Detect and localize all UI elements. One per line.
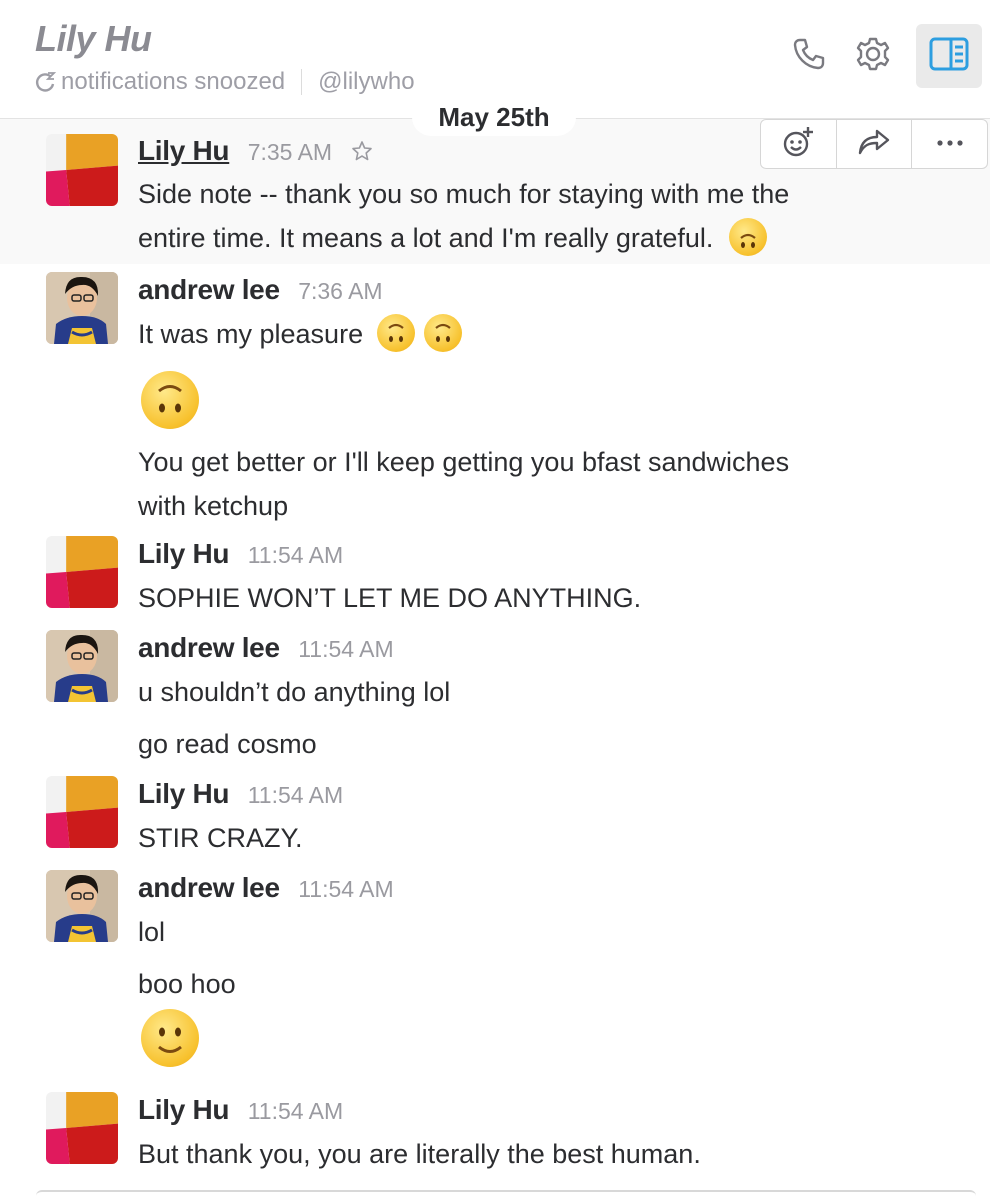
- message-text: SOPHIE WON’T LET ME DO ANYTHING.: [138, 583, 642, 613]
- avatar[interactable]: [46, 1092, 118, 1164]
- message-text: Side note -- thank you so much for stayi…: [138, 179, 790, 209]
- message-author[interactable]: Lily Hu: [138, 778, 230, 809]
- message-author[interactable]: Lily Hu: [138, 135, 230, 166]
- notification-status[interactable]: notifications snoozed: [61, 68, 285, 96]
- subtitle-divider: [301, 69, 303, 95]
- message-item[interactable]: andrew lee 11:54 AM u shouldn’t do anyth…: [0, 622, 990, 768]
- avatar[interactable]: [46, 134, 118, 206]
- avatar[interactable]: [46, 776, 118, 848]
- call-button[interactable]: [776, 24, 842, 88]
- avatar[interactable]: [46, 272, 118, 344]
- message-timestamp[interactable]: 7:36 AM: [298, 278, 382, 304]
- share-message-button[interactable]: [837, 120, 913, 168]
- message-timestamp[interactable]: 11:54 AM: [298, 636, 393, 662]
- more-icon: [935, 135, 965, 153]
- message-author[interactable]: Lily Hu: [138, 1094, 230, 1125]
- message-item[interactable]: Lily Hu 11:54 AM But thank you, you are …: [0, 1084, 990, 1178]
- channel-subtitle: notifications snoozed @lilywho: [35, 68, 415, 96]
- message-author[interactable]: andrew lee: [138, 872, 280, 903]
- message-timestamp[interactable]: 11:54 AM: [248, 542, 343, 568]
- upside-down-face-icon: [376, 314, 415, 352]
- avatar[interactable]: [46, 536, 118, 608]
- message-input-edge: [36, 1190, 976, 1204]
- message-text: lol: [138, 917, 166, 947]
- message-timestamp[interactable]: 11:54 AM: [248, 1098, 343, 1124]
- upside-down-face-icon: [424, 314, 463, 352]
- upside-down-face-icon: [728, 218, 767, 256]
- message-item[interactable]: andrew lee 11:54 AM lol boo hoo: [0, 862, 990, 1084]
- channel-title[interactable]: Lily Hu: [35, 18, 152, 60]
- date-divider-label[interactable]: May 25th: [412, 98, 576, 136]
- user-handle: @lilywho: [318, 68, 415, 95]
- message-item[interactable]: Lily Hu 11:54 AM STIR CRAZY.: [0, 768, 990, 862]
- message-timestamp[interactable]: 11:54 AM: [248, 782, 343, 808]
- slightly-smiling-face-icon: [141, 1009, 199, 1067]
- message-text: go read cosmo: [138, 729, 317, 759]
- message-text: u shouldn’t do anything lol: [138, 677, 451, 707]
- message-timestamp[interactable]: 7:35 AM: [248, 139, 332, 165]
- avatar[interactable]: [46, 630, 118, 702]
- phone-icon: [791, 36, 827, 77]
- add-reaction-button[interactable]: [761, 120, 837, 168]
- upside-down-face-icon: [141, 371, 199, 429]
- sidebar-panel-icon: [929, 37, 969, 76]
- message-item[interactable]: Lily Hu 11:54 AM SOPHIE WON’T LET ME DO …: [0, 528, 990, 622]
- message-item[interactable]: andrew lee 7:36 AM It was my pleasure Yo…: [0, 264, 990, 528]
- message-author[interactable]: andrew lee: [138, 274, 280, 305]
- message-list[interactable]: Lily Hu 7:35 AM Side note -- thank you s…: [0, 119, 990, 1178]
- message-text: entire time. It means a lot and I'm real…: [138, 223, 714, 253]
- message-actions: [760, 119, 988, 169]
- settings-button[interactable]: [840, 24, 906, 88]
- details-panel-button[interactable]: [916, 24, 982, 88]
- message-text: boo hoo: [138, 969, 236, 999]
- message-text: But thank you, you are literally the bes…: [138, 1139, 701, 1169]
- message-text: You get better or I'll keep getting you …: [138, 447, 790, 477]
- share-icon: [857, 127, 891, 162]
- message-author[interactable]: andrew lee: [138, 632, 280, 663]
- more-actions-button[interactable]: [912, 120, 987, 168]
- message-author[interactable]: Lily Hu: [138, 538, 230, 569]
- avatar[interactable]: [46, 870, 118, 942]
- message-timestamp[interactable]: 11:54 AM: [298, 876, 393, 902]
- add-reaction-icon: [781, 125, 815, 164]
- message-text: It was my pleasure: [138, 319, 364, 349]
- star-icon[interactable]: [351, 140, 373, 167]
- snooze-icon[interactable]: [35, 71, 57, 93]
- message-text: STIR CRAZY.: [138, 823, 303, 853]
- gear-icon: [854, 35, 892, 78]
- message-text: with ketchup: [138, 491, 289, 521]
